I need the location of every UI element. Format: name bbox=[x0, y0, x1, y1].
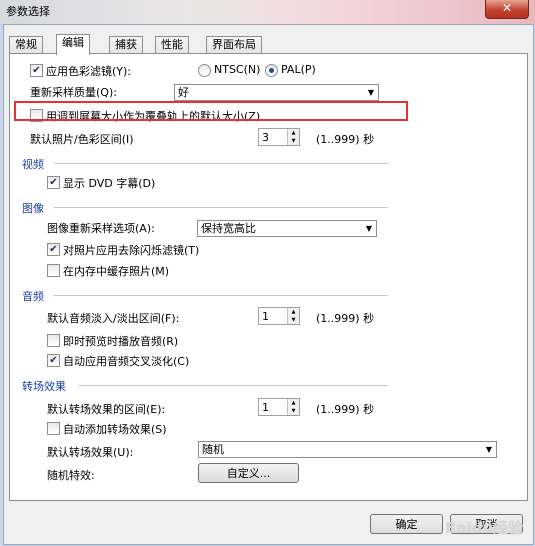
close-icon: ✕ bbox=[501, 1, 513, 15]
photo-duration-spinner[interactable]: 3 ▲ ▼ bbox=[258, 128, 300, 146]
ntsc-label: NTSC(N) bbox=[214, 63, 261, 76]
spin-down-icon[interactable]: ▼ bbox=[288, 407, 299, 415]
tab-capture[interactable]: 捕获 bbox=[109, 36, 143, 54]
auto-crossfade-checkbox[interactable]: ✔ bbox=[47, 354, 60, 367]
auto-add-transition-label: 自动添加转场效果(S) bbox=[63, 423, 167, 436]
color-filter-label: 应用色彩滤镜(Y): bbox=[46, 65, 132, 78]
highlight-box bbox=[14, 101, 408, 121]
instant-play-label: 即时预览时播放音频(R) bbox=[63, 335, 179, 348]
default-transition-value: 随机 bbox=[202, 443, 224, 456]
color-filter-checkbox[interactable]: ✔ bbox=[30, 64, 43, 77]
spin-up-icon[interactable]: ▲ bbox=[288, 308, 299, 316]
resample-quality-label: 重新采样质量(Q): bbox=[30, 86, 117, 99]
transition-duration-label: 默认转场效果的区间(E): bbox=[47, 403, 166, 416]
chevron-down-icon: ▼ bbox=[367, 88, 374, 97]
photo-duration-value: 3 bbox=[262, 131, 269, 144]
random-effects-label: 随机特效: bbox=[47, 469, 95, 482]
audio-fade-label: 默认音频淡入/淡出区间(F): bbox=[47, 312, 180, 325]
default-transition-label: 默认转场效果(U): bbox=[47, 446, 134, 459]
photo-duration-range: (1..999) 秒 bbox=[316, 133, 375, 146]
tab-ui-layout[interactable]: 界面布局 bbox=[206, 36, 262, 54]
pal-radio[interactable] bbox=[265, 64, 278, 77]
instant-play-checkbox[interactable] bbox=[47, 334, 60, 347]
title-bar: 参数选择 ✕ bbox=[0, 0, 535, 24]
dvd-subtitles-label: 显示 DVD 字幕(D) bbox=[63, 177, 156, 190]
ntsc-radio[interactable] bbox=[198, 64, 211, 77]
audio-fade-spinner[interactable]: 1 ▲ ▼ bbox=[258, 307, 300, 325]
auto-crossfade-label: 自动应用音频交叉淡化(C) bbox=[63, 355, 190, 368]
image-resample-select[interactable]: 保持宽高比 ▼ bbox=[197, 220, 377, 237]
transitions-section-title: 转场效果 bbox=[22, 380, 66, 393]
spin-up-icon[interactable]: ▲ bbox=[288, 129, 299, 137]
audio-fade-range: (1..999) 秒 bbox=[316, 312, 375, 325]
transition-duration-spinner[interactable]: 1 ▲ ▼ bbox=[258, 398, 300, 416]
audio-separator bbox=[54, 295, 388, 297]
image-resample-label: 图像重新采样选项(A): bbox=[47, 222, 155, 235]
transition-duration-range: (1..999) 秒 bbox=[316, 403, 375, 416]
deflicker-label: 对照片应用去除闪烁滤镜(T) bbox=[63, 244, 200, 257]
tab-performance[interactable]: 性能 bbox=[155, 36, 189, 54]
radio-selected-dot bbox=[269, 68, 274, 73]
watermark: Baidu经验 bbox=[444, 519, 523, 537]
spin-down-icon[interactable]: ▼ bbox=[288, 316, 299, 324]
tab-general[interactable]: 常规 bbox=[9, 36, 43, 54]
spin-up-icon[interactable]: ▲ bbox=[288, 399, 299, 407]
spinner-buttons[interactable]: ▲ ▼ bbox=[287, 129, 299, 145]
ok-button[interactable]: 确定 bbox=[370, 514, 443, 534]
preferences-dialog: 常规 编辑 捕获 性能 界面布局 ✔ 应用色彩滤镜(Y): NTSC(N) PA… bbox=[3, 24, 534, 545]
image-section-title: 图像 bbox=[22, 202, 44, 215]
video-section-title: 视频 bbox=[22, 158, 44, 171]
image-resample-value: 保持宽高比 bbox=[201, 222, 256, 235]
audio-fade-value: 1 bbox=[262, 310, 269, 323]
photo-duration-label: 默认照片/色彩区间(I) bbox=[30, 133, 134, 146]
close-button[interactable]: ✕ bbox=[485, 0, 529, 19]
resample-quality-select[interactable]: 好 ▼ bbox=[174, 84, 379, 101]
spin-down-icon[interactable]: ▼ bbox=[288, 137, 299, 145]
spinner-buttons[interactable]: ▲ ▼ bbox=[287, 399, 299, 415]
dvd-subtitles-checkbox[interactable]: ✔ bbox=[47, 176, 60, 189]
video-separator bbox=[54, 163, 388, 165]
transition-duration-value: 1 bbox=[262, 401, 269, 414]
default-transition-select[interactable]: 随机 ▼ bbox=[198, 441, 497, 458]
window-title: 参数选择 bbox=[6, 5, 50, 18]
tab-edit[interactable]: 编辑 bbox=[56, 34, 90, 55]
cache-photos-checkbox[interactable] bbox=[47, 264, 60, 277]
spinner-buttons[interactable]: ▲ ▼ bbox=[287, 308, 299, 324]
deflicker-checkbox[interactable]: ✔ bbox=[47, 243, 60, 256]
image-separator bbox=[54, 207, 388, 209]
resample-quality-value: 好 bbox=[178, 86, 189, 99]
chevron-down-icon: ▼ bbox=[365, 224, 372, 233]
pal-label: PAL(P) bbox=[281, 63, 316, 76]
transitions-separator bbox=[78, 385, 388, 387]
cache-photos-label: 在内存中缓存照片(M) bbox=[63, 265, 170, 278]
chevron-down-icon: ▼ bbox=[485, 445, 492, 454]
customize-button[interactable]: 自定义... bbox=[198, 463, 299, 483]
auto-add-transition-checkbox[interactable] bbox=[47, 422, 60, 435]
audio-section-title: 音频 bbox=[22, 290, 44, 303]
